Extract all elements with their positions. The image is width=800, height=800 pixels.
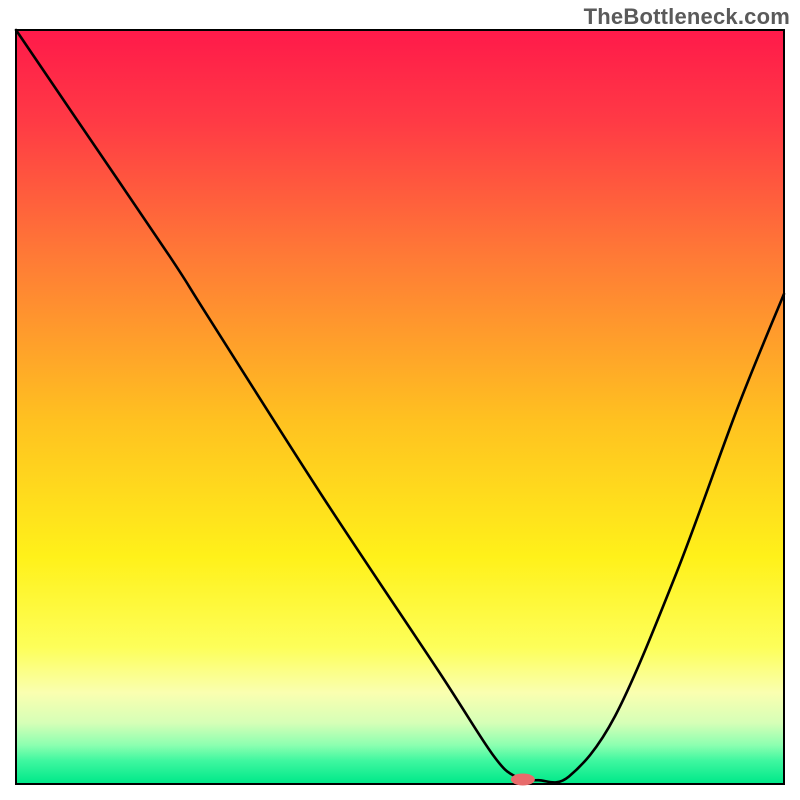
chart-container: TheBottleneck.com — [0, 0, 800, 800]
bottleneck-chart — [0, 0, 800, 800]
chart-gradient-bg — [17, 31, 783, 783]
optimal-marker — [511, 773, 535, 785]
watermark-label: TheBottleneck.com — [584, 4, 790, 30]
